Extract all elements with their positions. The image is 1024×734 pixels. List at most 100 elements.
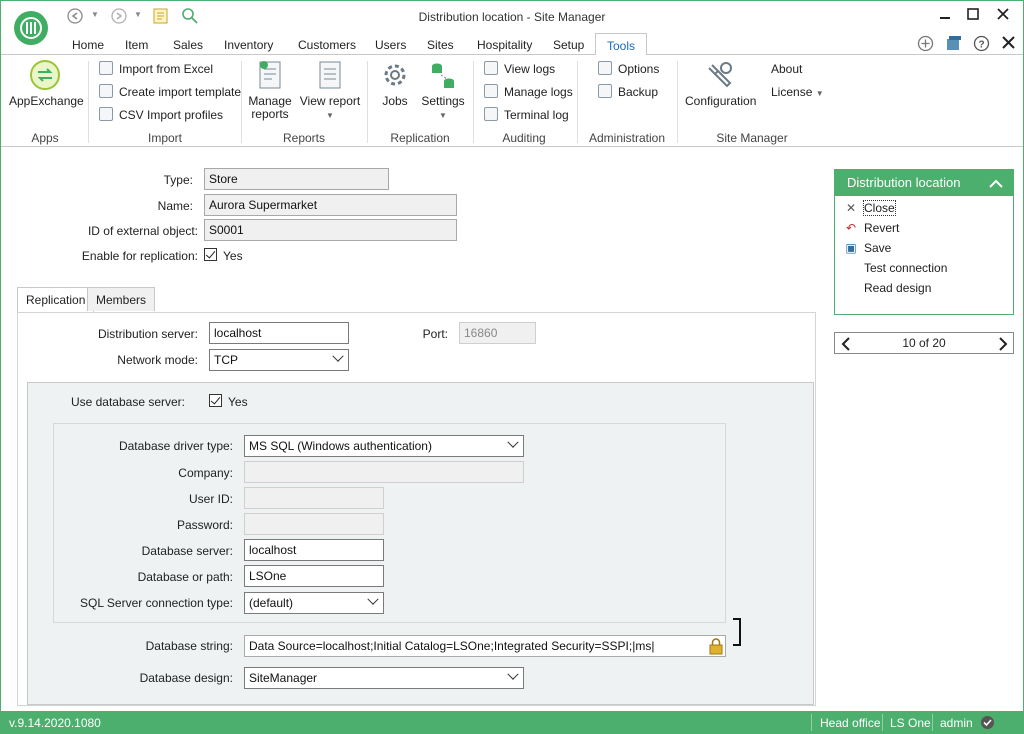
- company-label: Company:: [178, 466, 233, 480]
- revert-icon: ↶: [845, 221, 857, 235]
- side-panel-title: Distribution location: [847, 175, 961, 190]
- user-id-field[interactable]: [244, 487, 384, 509]
- tab-hospitality[interactable]: Hospitality: [477, 38, 532, 52]
- location-text: Head office: [820, 716, 881, 730]
- jobs-button[interactable]: Jobs: [375, 59, 415, 108]
- close-window-button[interactable]: [989, 7, 1017, 27]
- tab-inventory[interactable]: Inventory: [224, 38, 273, 52]
- tab-sites[interactable]: Sites: [427, 38, 454, 52]
- options-icon: [598, 61, 612, 75]
- database-path-field[interactable]: LSOne: [244, 565, 384, 587]
- license-dropdown-icon: ▼: [815, 89, 824, 98]
- distribution-server-label: Distribution server:: [97, 327, 198, 341]
- manage-logs-icon: [484, 84, 498, 98]
- license-button[interactable]: License ▼: [771, 83, 824, 101]
- side-close-button[interactable]: ✕ Close: [844, 200, 896, 216]
- view-logs-icon: [484, 61, 498, 75]
- ribbon-divider: [241, 61, 242, 143]
- maximize-button[interactable]: [959, 7, 987, 27]
- save-icon: ▣: [845, 241, 857, 255]
- terminal-log-button[interactable]: Terminal log: [484, 106, 569, 124]
- database-string-field[interactable]: Data Source=localhost;Initial Catalog=LS…: [244, 635, 726, 657]
- network-mode-label: Network mode:: [117, 353, 198, 367]
- next-record-icon[interactable]: [997, 336, 1009, 355]
- replication-enable-checkbox[interactable]: [204, 248, 217, 261]
- tab-customers[interactable]: Customers: [298, 38, 356, 52]
- manage-logs-button[interactable]: Manage logs: [484, 83, 573, 101]
- port-label: Port:: [422, 327, 448, 341]
- site-manager-group-label: Site Manager: [716, 131, 788, 145]
- create-template-button[interactable]: Create import template: [99, 83, 241, 101]
- external-id-field[interactable]: S0001: [204, 219, 457, 241]
- user-text: admin: [940, 716, 973, 730]
- minimize-button[interactable]: [931, 7, 959, 27]
- driver-type-select[interactable]: MS SQL (Windows authentication): [244, 435, 524, 457]
- tab-members[interactable]: Members: [87, 287, 156, 311]
- tab-users[interactable]: Users: [375, 38, 406, 52]
- settings-dropdown-icon: ▼: [439, 111, 447, 120]
- user-id-label: User ID:: [188, 492, 233, 506]
- type-label: Type:: [163, 173, 193, 187]
- lock-icon[interactable]: [707, 637, 725, 655]
- distribution-server-field[interactable]: localhost: [209, 322, 349, 344]
- product-text: LS One: [890, 716, 931, 730]
- view-report-label: View report: [299, 94, 361, 108]
- name-field[interactable]: Aurora Supermarket: [204, 194, 457, 216]
- status-divider: [811, 714, 812, 731]
- import-excel-button[interactable]: Import from Excel: [99, 60, 213, 78]
- version-text: v.9.14.2020.1080: [9, 716, 101, 730]
- ribbon-divider: [677, 61, 678, 143]
- close-icon: ✕: [845, 201, 857, 215]
- connection-type-select[interactable]: (default): [244, 592, 384, 614]
- company-field[interactable]: [244, 461, 524, 483]
- backup-button[interactable]: Backup: [598, 83, 658, 101]
- database-design-label: Database design:: [139, 671, 233, 685]
- tab-sales[interactable]: Sales: [173, 38, 203, 52]
- database-server-field[interactable]: localhost: [244, 539, 384, 561]
- tab-item[interactable]: Item: [125, 38, 148, 52]
- replication-group-label: Replication: [390, 131, 450, 145]
- side-revert-label: Revert: [864, 221, 900, 235]
- csv-profiles-button[interactable]: CSV Import profiles: [99, 106, 223, 124]
- database-design-select[interactable]: SiteManager: [244, 667, 524, 689]
- status-divider: [932, 714, 933, 731]
- password-field[interactable]: [244, 513, 384, 535]
- tab-tools[interactable]: Tools: [595, 33, 648, 56]
- settings-button[interactable]: Settings ▼: [421, 59, 465, 122]
- configuration-button[interactable]: Configuration: [685, 59, 756, 108]
- port-field[interactable]: 16860: [459, 322, 536, 344]
- view-logs-button[interactable]: View logs: [484, 60, 555, 78]
- about-button[interactable]: About: [771, 60, 802, 78]
- network-mode-select[interactable]: TCP: [209, 349, 349, 371]
- use-database-checkbox[interactable]: [209, 394, 222, 407]
- gear-icon: [379, 59, 411, 91]
- options-button[interactable]: Options: [598, 60, 659, 78]
- database-sync-icon: [427, 59, 459, 91]
- collapse-icon[interactable]: [989, 177, 1003, 192]
- ribbon-divider: [577, 61, 578, 143]
- tab-replication[interactable]: Replication: [17, 287, 95, 313]
- options-label: Options: [618, 62, 660, 76]
- close-tab-icon[interactable]: [1002, 36, 1015, 52]
- side-save-button[interactable]: ▣ Save: [844, 241, 891, 255]
- side-read-design-button[interactable]: Read design: [864, 281, 931, 295]
- reports-group-label: Reports: [282, 131, 326, 145]
- ribbon-divider: [473, 61, 474, 143]
- help-icon[interactable]: ?: [973, 35, 990, 55]
- license-label: License: [771, 85, 813, 99]
- type-field[interactable]: Store: [204, 168, 389, 190]
- add-icon[interactable]: [917, 35, 934, 55]
- appexchange-button[interactable]: AppExchange: [9, 59, 84, 108]
- database-path-label: Database or path:: [137, 570, 233, 584]
- database-string-label: Database string:: [145, 639, 233, 653]
- import-group-label: Import: [147, 131, 182, 145]
- side-test-connection-button[interactable]: Test connection: [864, 261, 947, 275]
- password-label: Password:: [176, 518, 233, 532]
- tab-home[interactable]: Home: [72, 38, 104, 52]
- connection-status-icon[interactable]: [980, 715, 995, 733]
- tab-setup[interactable]: Setup: [553, 38, 584, 52]
- layout-icon[interactable]: [945, 35, 962, 55]
- manage-reports-button[interactable]: Manage reports: [247, 59, 293, 121]
- view-report-button[interactable]: View report ▼: [299, 59, 361, 122]
- side-revert-button[interactable]: ↶ Revert: [844, 221, 899, 235]
